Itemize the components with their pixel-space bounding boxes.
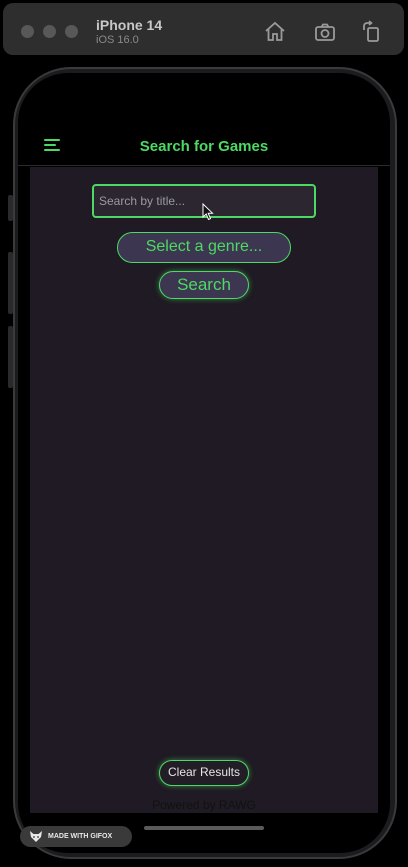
powered-by-footer: Powered by RAWG bbox=[152, 798, 256, 812]
volume-down-button bbox=[8, 326, 13, 388]
rotate-icon[interactable] bbox=[360, 20, 384, 44]
fox-logo-icon bbox=[30, 831, 42, 842]
search-button[interactable]: Search bbox=[159, 271, 249, 299]
phone-screen: Search for Games Select a genre... Searc… bbox=[18, 73, 390, 853]
gifox-watermark: MADE WITH GIFOX bbox=[20, 826, 132, 847]
simulator-toolbar: iPhone 14 iOS 16.0 bbox=[3, 3, 404, 55]
screenshot-icon[interactable] bbox=[313, 20, 337, 44]
page-title: Search for Games bbox=[139, 138, 269, 155]
minimize-window-button[interactable] bbox=[43, 25, 56, 38]
mouse-cursor-icon bbox=[202, 203, 214, 221]
genre-select[interactable]: Select a genre... bbox=[117, 232, 291, 263]
navigation-bar: Search for Games bbox=[18, 130, 390, 166]
zoom-window-button[interactable] bbox=[65, 25, 78, 38]
clear-results-button[interactable]: Clear Results bbox=[159, 760, 249, 786]
mute-switch bbox=[8, 195, 13, 221]
home-icon[interactable] bbox=[263, 20, 287, 44]
watermark-text: MADE WITH GIFOX bbox=[48, 833, 113, 840]
search-screen-content: Select a genre... Search Clear Results P… bbox=[30, 167, 378, 813]
os-version: iOS 16.0 bbox=[96, 34, 139, 46]
home-indicator bbox=[144, 826, 264, 830]
close-window-button[interactable] bbox=[21, 25, 34, 38]
volume-up-button bbox=[8, 252, 13, 314]
device-name: iPhone 14 bbox=[96, 17, 163, 33]
